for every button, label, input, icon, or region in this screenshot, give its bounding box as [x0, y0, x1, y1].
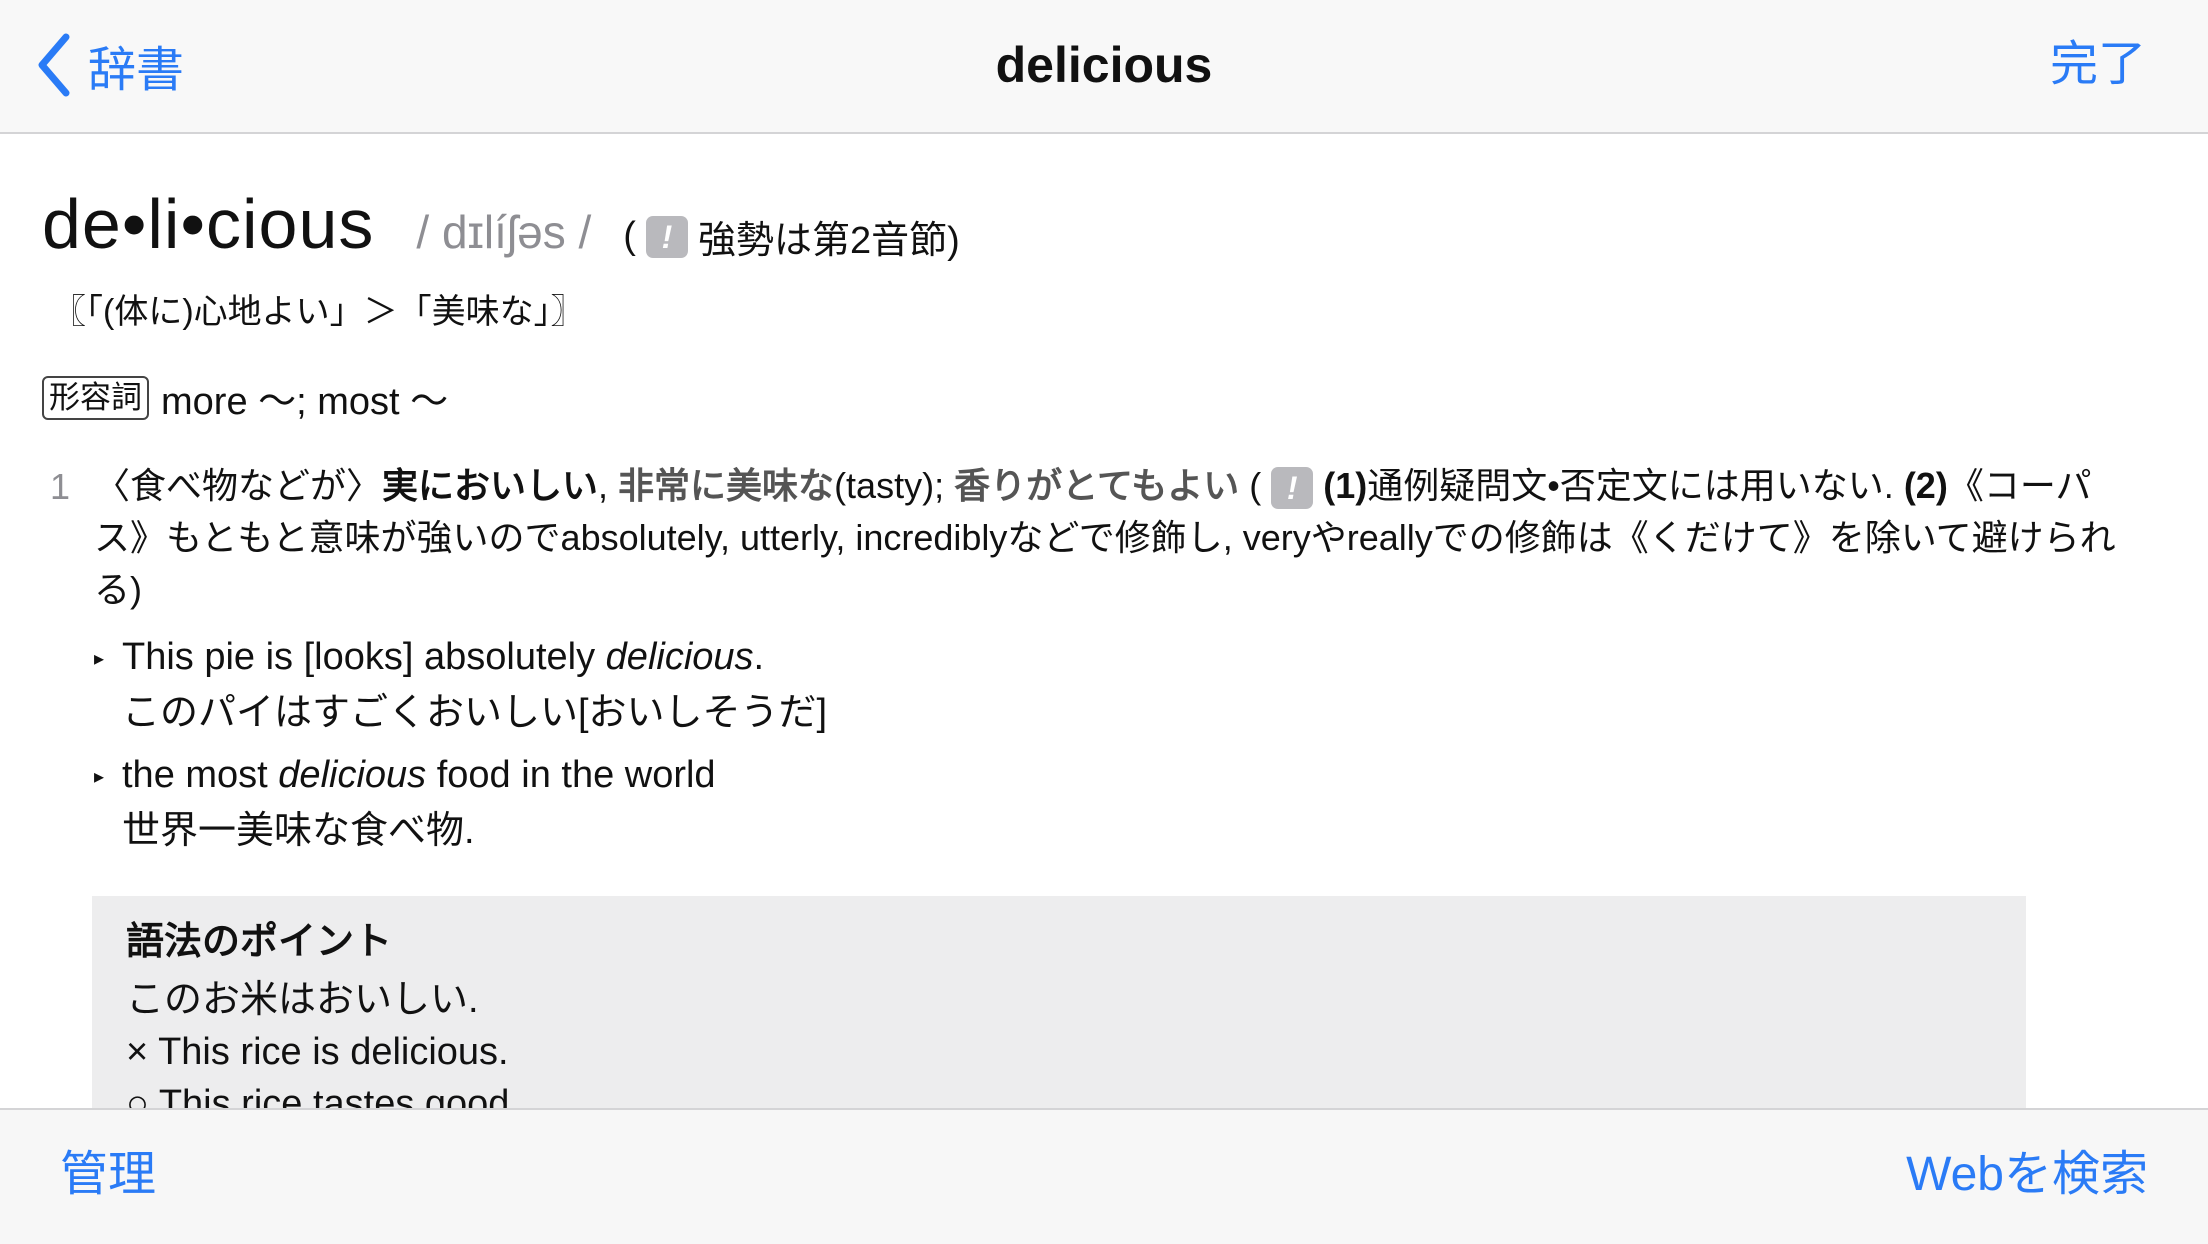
note-number-2: (2) [1903, 465, 1948, 506]
note-number-1: (1) [1323, 465, 1368, 506]
sense-bold-3: 香りがとてもよい [954, 465, 1240, 506]
entry-content[interactable]: de•li•cious / dɪlíʃəs / ( ! 強勢は第2音節) 〖「(… [0, 134, 2208, 1108]
example-english: ▸ the most delicious food in the world [94, 748, 1994, 804]
sense-prefix: 〈食べ物などが〉 [94, 465, 383, 506]
done-button[interactable]: 完了 [2050, 30, 2146, 100]
sense-bold-2: 非常に美味な [618, 465, 835, 506]
bullet-triangle-icon: ▸ [94, 647, 105, 670]
etymology: 〖「(体に)心地よい」＞「美味な」〗 [52, 293, 585, 331]
inflection: more 〜; most 〜 [161, 381, 449, 423]
headword-line: de•li•cious / dɪlíʃəs / ( ! 強勢は第2音節) [42, 184, 960, 284]
navigation-bar: 辞書 delicious 完了 [0, 0, 2208, 134]
part-of-speech-line: 形容詞 more 〜; most 〜 [42, 370, 448, 425]
note-icon: ! [645, 215, 688, 258]
example-item: ▸ the most delicious food in the world 世界… [94, 748, 1994, 858]
web-search-button[interactable]: Webを検索 [1906, 1140, 2148, 1210]
example-item: ▸ This pie is [looks] absolutely deliciou… [94, 630, 1994, 740]
stress-note-text: 強勢は第2音節) [697, 220, 960, 262]
sense-definition: 〈食べ物などが〉実においしい, 非常に美味な(tasty); 香りがとてもよい … [94, 460, 2124, 616]
usage-line: ○ This rice tastes good. [126, 1083, 520, 1108]
usage-title: 語法のポイント [126, 921, 393, 963]
sense-number: 1 [50, 466, 71, 507]
example-japanese: このパイはすごくおいしい[おいしそうだ] [122, 691, 828, 734]
note-icon: ! [1271, 467, 1314, 510]
manage-button[interactable]: 管理 [60, 1140, 156, 1210]
bottom-toolbar: 管理 Webを検索 [0, 1108, 2208, 1244]
bullet-triangle-icon: ▸ [94, 765, 105, 788]
example-japanese: 世界一美味な食べ物. [122, 809, 475, 852]
sense-bold-1: 実においしい [382, 465, 599, 506]
page-title: delicious [995, 37, 1213, 93]
sense-sep-1: , [598, 465, 619, 506]
usage-lines: このお米はおいしい. × This rice is delicious. ○ T… [126, 974, 520, 1108]
stress-note: ( ! 強勢は第2音節) [623, 209, 959, 264]
sense-open: ( [1239, 465, 1262, 506]
usage-line: このお米はおいしい. [126, 979, 479, 1021]
pos-badge: 形容詞 [42, 375, 149, 420]
usage-point-box: 語法のポイント このお米はおいしい. × This rice is delici… [92, 896, 2026, 1108]
pronunciation: / dɪlíʃəs / [416, 206, 592, 258]
headword: de•li•cious [42, 185, 375, 263]
usage-line: × This rice is delicious. [126, 1031, 509, 1073]
example-english: ▸ This pie is [looks] absolutely deliciou… [94, 630, 1994, 686]
note-text-1: 通例疑問文•否定文には用いない. [1367, 465, 1904, 506]
stress-open-paren: ( [623, 215, 636, 257]
sense-paren-1: (tasty); [834, 465, 955, 506]
